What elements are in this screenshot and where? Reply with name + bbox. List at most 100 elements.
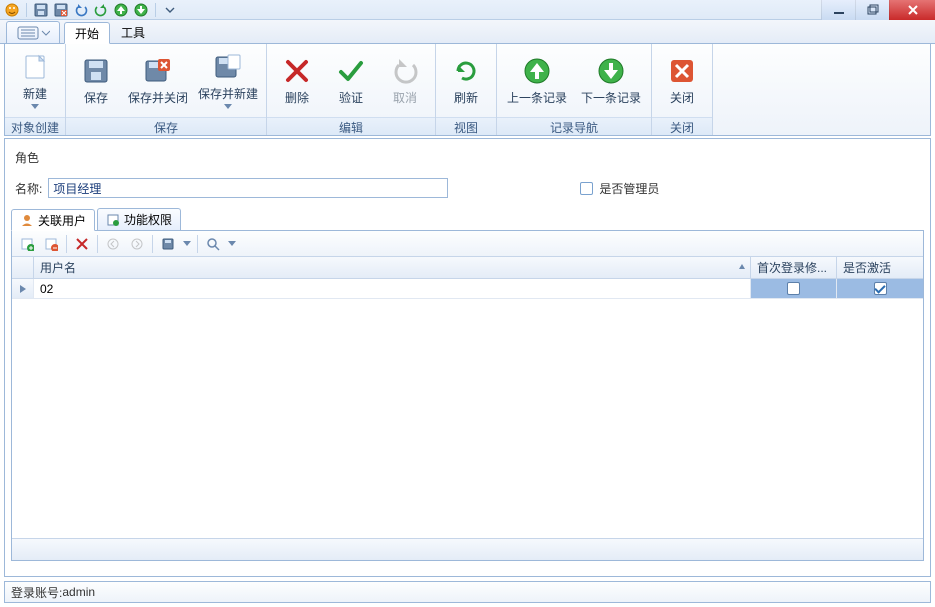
cell-first-login[interactable] bbox=[751, 279, 837, 299]
separator bbox=[152, 235, 153, 253]
close-record-button[interactable]: 关闭 bbox=[656, 48, 708, 114]
name-input[interactable] bbox=[48, 178, 448, 198]
ribbon-tab-tools[interactable]: 工具 bbox=[110, 21, 156, 43]
qat-undo-icon[interactable] bbox=[73, 2, 89, 18]
export-button[interactable] bbox=[157, 233, 179, 255]
button-label: 保存 bbox=[84, 89, 108, 106]
button-label: 下一条记录 bbox=[581, 89, 641, 106]
panel-title: 角色 bbox=[11, 145, 924, 176]
qat-overflow-icon[interactable] bbox=[162, 2, 178, 18]
save-new-button[interactable]: 保存并新建 bbox=[194, 48, 262, 114]
is-admin-label: 是否管理员 bbox=[599, 180, 659, 197]
cell-active[interactable] bbox=[837, 279, 923, 299]
close-button[interactable] bbox=[889, 0, 935, 20]
grid-header: 用户名 首次登录修... 是否激活 bbox=[12, 257, 923, 279]
delete-icon bbox=[281, 55, 313, 87]
separator bbox=[197, 235, 198, 253]
save-close-button[interactable]: 保存并关闭 bbox=[124, 48, 192, 114]
table-row[interactable]: 02 bbox=[12, 279, 923, 299]
cell-username[interactable]: 02 bbox=[34, 279, 751, 299]
row-header-corner bbox=[12, 257, 34, 278]
export-dropdown[interactable] bbox=[181, 240, 193, 248]
button-label: 上一条记录 bbox=[507, 89, 567, 106]
users-grid: 用户名 首次登录修... 是否激活 02 bbox=[12, 257, 923, 560]
status-label: 登录账号: bbox=[11, 584, 62, 601]
separator bbox=[97, 235, 98, 253]
content-panel: 角色 名称: 是否管理员 关联用户 功能权限 bbox=[4, 138, 931, 577]
button-label: 删除 bbox=[285, 89, 309, 106]
checkbox-unchecked[interactable] bbox=[787, 282, 800, 295]
ribbon-group-label: 保存 bbox=[66, 117, 266, 135]
qat-redo-icon[interactable] bbox=[93, 2, 109, 18]
save-icon bbox=[80, 55, 112, 87]
next-record-button[interactable]: 下一条记录 bbox=[575, 48, 647, 114]
file-menu-button[interactable] bbox=[6, 21, 60, 43]
col-header-active[interactable]: 是否激活 bbox=[837, 257, 923, 278]
ribbon: 新建 对象创建 保存 保存并关闭 保存并新建 保存 bbox=[4, 44, 931, 136]
new-button[interactable]: 新建 bbox=[9, 48, 61, 114]
separator bbox=[155, 3, 156, 17]
prev-record-button[interactable]: 上一条记录 bbox=[501, 48, 573, 114]
search-dropdown[interactable] bbox=[226, 240, 238, 248]
validate-button[interactable]: 验证 bbox=[325, 48, 377, 114]
ribbon-tab-start[interactable]: 开始 bbox=[64, 22, 110, 44]
perm-icon bbox=[106, 213, 120, 227]
ribbon-tab-label: 工具 bbox=[121, 24, 145, 41]
button-label: 保存并新建 bbox=[198, 85, 258, 102]
col-header-first-login[interactable]: 首次登录修... bbox=[751, 257, 837, 278]
qat-up-icon[interactable] bbox=[113, 2, 129, 18]
separator bbox=[66, 235, 67, 253]
tab-label: 关联用户 bbox=[38, 212, 86, 229]
nav-next-button bbox=[126, 233, 148, 255]
col-label: 用户名 bbox=[40, 259, 76, 276]
add-row-button[interactable] bbox=[16, 233, 38, 255]
close-icon bbox=[666, 55, 698, 87]
col-header-username[interactable]: 用户名 bbox=[34, 257, 751, 278]
delete-row-button[interactable] bbox=[71, 233, 93, 255]
separator bbox=[26, 3, 27, 17]
status-value: admin bbox=[62, 585, 95, 599]
button-label: 取消 bbox=[393, 89, 417, 106]
tab-label: 功能权限 bbox=[124, 211, 172, 228]
ribbon-group-edit: 删除 验证 取消 编辑 bbox=[267, 44, 436, 135]
col-label: 是否激活 bbox=[843, 259, 891, 276]
new-icon bbox=[19, 51, 51, 83]
remove-row-button[interactable] bbox=[40, 233, 62, 255]
ribbon-group-label: 视图 bbox=[436, 117, 496, 135]
linked-users-panel: 用户名 首次登录修... 是否激活 02 bbox=[11, 231, 924, 561]
refresh-button[interactable]: 刷新 bbox=[440, 48, 492, 114]
window-controls bbox=[821, 0, 935, 20]
detail-tabs: 关联用户 功能权限 bbox=[11, 208, 924, 231]
search-button[interactable] bbox=[202, 233, 224, 255]
tab-permissions[interactable]: 功能权限 bbox=[97, 208, 181, 230]
qat-down-icon[interactable] bbox=[133, 2, 149, 18]
checkbox-checked[interactable] bbox=[874, 282, 887, 295]
ribbon-group-close: 关闭 关闭 bbox=[652, 44, 713, 135]
qat-save-close-icon[interactable] bbox=[53, 2, 69, 18]
ribbon-group-nav: 上一条记录 下一条记录 记录导航 bbox=[497, 44, 652, 135]
ribbon-group-label: 编辑 bbox=[267, 117, 435, 135]
minimize-button[interactable] bbox=[821, 0, 855, 20]
check-icon bbox=[335, 55, 367, 87]
sort-asc-icon bbox=[738, 263, 746, 271]
ribbon-group-save: 保存 保存并关闭 保存并新建 保存 bbox=[66, 44, 267, 135]
refresh-icon bbox=[450, 55, 482, 87]
arrow-down-icon bbox=[595, 55, 627, 87]
save-button[interactable]: 保存 bbox=[70, 48, 122, 114]
user-icon bbox=[20, 213, 34, 227]
button-label: 刷新 bbox=[454, 89, 478, 106]
qat-save-icon[interactable] bbox=[33, 2, 49, 18]
window-titlebar bbox=[0, 0, 935, 20]
ribbon-group-view: 刷新 视图 bbox=[436, 44, 497, 135]
delete-button[interactable]: 删除 bbox=[271, 48, 323, 114]
cell-value: 02 bbox=[40, 282, 53, 296]
is-admin-checkbox[interactable] bbox=[580, 182, 593, 195]
button-label: 保存并关闭 bbox=[128, 89, 188, 106]
status-bar: 登录账号: admin bbox=[4, 581, 931, 603]
ribbon-tab-label: 开始 bbox=[75, 25, 99, 42]
restore-button[interactable] bbox=[855, 0, 889, 20]
nav-prev-button bbox=[102, 233, 124, 255]
tab-linked-users[interactable]: 关联用户 bbox=[11, 209, 95, 231]
chevron-down-icon bbox=[224, 104, 232, 110]
grid-body[interactable]: 02 bbox=[12, 279, 923, 538]
